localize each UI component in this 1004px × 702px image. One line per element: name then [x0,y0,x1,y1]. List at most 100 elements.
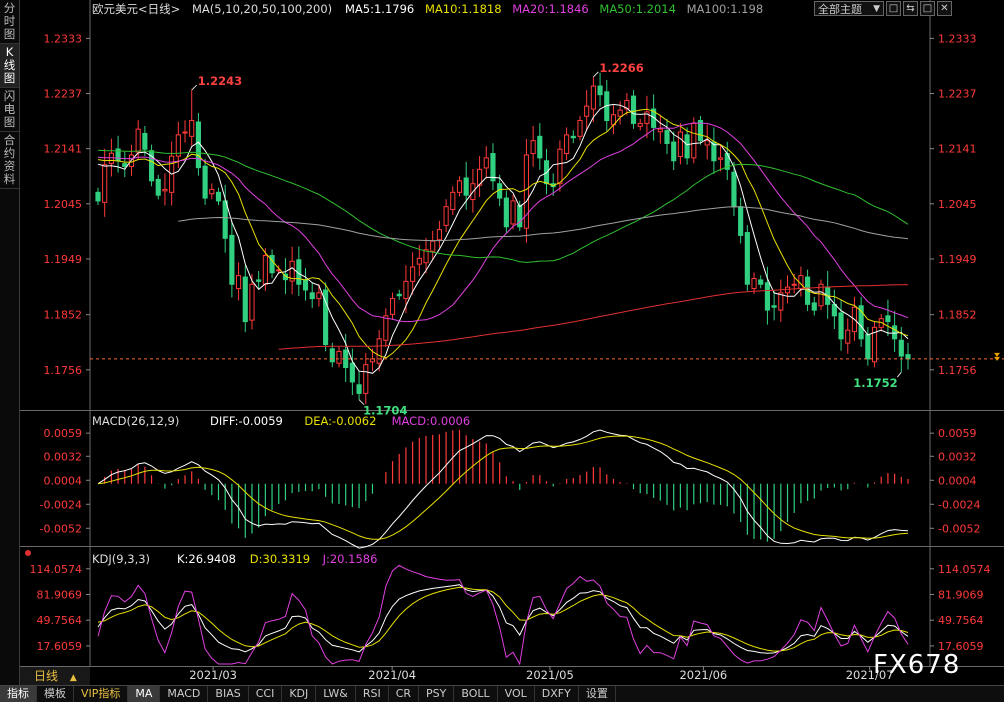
candle-body [671,141,677,162]
candle-body [182,131,188,134]
candle-body [108,152,114,164]
ma-line-ma200 [278,284,908,350]
indicator-tab-10[interactable]: CR [389,686,420,702]
indicator-tab-4[interactable]: MACD [160,686,209,702]
last-price-marker-icon [994,352,1000,361]
indicator-tab-7[interactable]: KDJ [282,686,317,702]
indicator-tab-3[interactable]: MA [128,686,161,702]
candle-body [430,240,436,252]
macd-params: MACD(26,12,9) [92,414,179,428]
watermark: FX678 [873,650,961,680]
candle-body [229,234,235,285]
chart-canvas: 1.2333 1.2333 1.2237 1.2237 1.2141 1.2141 1.20… [20,0,1004,682]
candle-body [657,128,663,133]
y-tick-label: 0.0032 [44,450,83,463]
candle-body [564,134,570,155]
view-sidebar: 分时图 K线图 闪电图 合约资料 [0,0,20,685]
candle-body [155,178,161,196]
candle-body [410,266,416,282]
y-tick-label: 1.2045 [44,198,83,211]
candle-body [523,154,530,229]
candle-body [189,120,195,137]
y-tick-label: 1.2333 [44,32,83,45]
y-tick-label: 1.1756 [938,364,977,377]
y-tick-label: 81.9069 [37,588,83,601]
candle-body [557,148,563,185]
legend-value: MA50:1.2014 [599,2,676,16]
legend-value: MA20:1.1846 [512,2,589,16]
indicator-tab-9[interactable]: RSI [356,686,389,702]
window-square-button[interactable]: □ [886,1,901,16]
annotation-pointer [896,371,902,378]
tab-timeshare[interactable]: 分时图 [0,0,19,44]
candle-body [885,315,891,323]
y-tick-label: 1.1949 [938,253,977,266]
indicator-tab-6[interactable]: CCI [249,686,283,702]
symbol-title: 欧元美元<日线> [92,2,180,16]
candle-body [677,131,683,157]
x-tick-label: 2021/03 [189,668,237,682]
period-label: 日线 [34,669,59,683]
window-switch-button[interactable]: ⇆ [903,1,918,16]
candle-body [483,157,489,169]
caret-up-icon: ▲ [69,673,77,683]
candle-body [637,122,643,127]
macd-diff-line [97,429,909,549]
x-tick-label: 2021/04 [368,668,416,682]
panel-frames [20,0,1004,667]
candle-body [236,275,242,290]
macd-series [97,429,909,549]
y-tick-label: 1.1852 [938,309,977,322]
candle-body [443,206,449,226]
y-tick-label: 0.0059 [938,427,977,440]
candle-body [617,109,623,117]
y-tick-label: 1.2141 [938,143,977,156]
candle-body [717,157,724,160]
candle-body [758,279,764,285]
candle-body [256,279,262,282]
period-select[interactable]: 日线 ▲ [20,667,90,685]
indicator-tab-15[interactable]: 设置 [579,686,616,702]
theme-select[interactable]: 全部主题 ▼ [814,1,884,16]
candle-body [316,292,322,300]
candle-body [363,364,369,394]
candle-body [102,164,108,203]
ma-params: MA(5,10,20,50,100,200) [192,2,332,16]
candle-body [389,298,396,315]
indicator-tab-5[interactable]: BIAS [208,686,249,702]
time-axis: 2021/03 2021/04 2021/05 2021/06 2021/07 [189,666,894,682]
tab-flash[interactable]: 闪电图 [0,88,19,132]
candle-body [456,180,463,193]
candle-body [845,329,851,344]
candle-body [771,305,777,308]
indicator-tab-1[interactable]: 模板 [37,686,74,702]
indicator-tab-0[interactable]: 指标 [0,686,37,702]
candle-body [570,135,576,139]
high-annotation: 1.2243 [198,74,242,88]
indicator-tab-13[interactable]: VOL [498,686,535,702]
candle-body [738,206,744,236]
candle-body [811,302,817,311]
candle-body [577,120,583,137]
candle-body [416,257,422,265]
kdj-dot-icon [25,550,31,556]
indicator-tab-14[interactable]: DXFY [535,686,579,702]
tab-contract-info[interactable]: 合约资料 [0,132,19,189]
annotation-pointer [191,84,198,91]
window-maximize-button[interactable]: □ [920,1,935,16]
candle-body [630,95,637,124]
y-tick-label: 1.2333 [938,32,977,45]
candle-body [202,165,208,199]
tab-kline[interactable]: K线图 [0,44,19,88]
candle-body [590,85,596,110]
legend-value: MA5:1.1796 [345,2,414,16]
candle-body [510,200,516,225]
candle-body [302,279,309,291]
window-close-button[interactable]: ✕ [937,1,952,16]
indicator-tab-12[interactable]: BOLL [454,686,498,702]
candle-body [684,134,690,159]
indicator-tab-8[interactable]: LW& [316,686,356,702]
indicator-tab-2[interactable]: VIP指标 [74,686,129,702]
candle-body [838,312,844,340]
indicator-tab-11[interactable]: PSY [419,686,455,702]
